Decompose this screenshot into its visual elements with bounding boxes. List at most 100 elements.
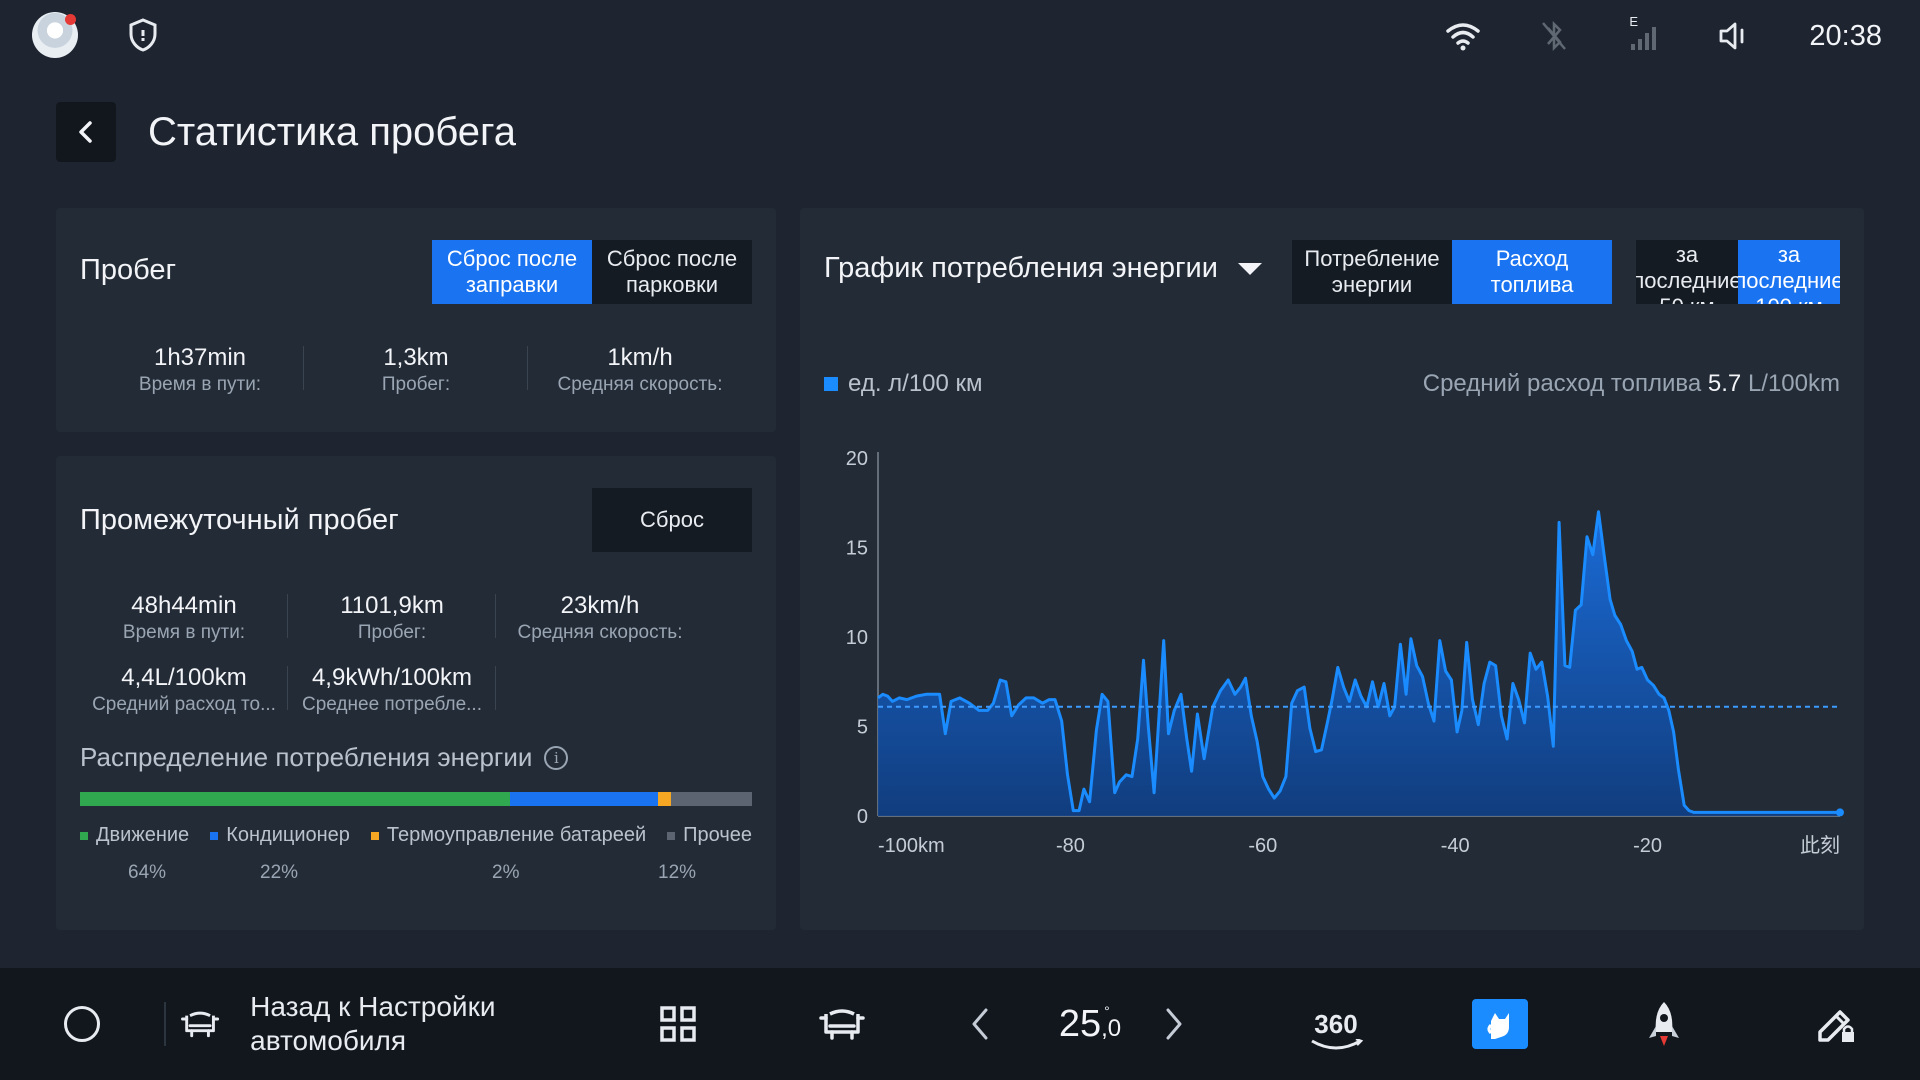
shield-icon[interactable]	[128, 18, 158, 52]
mileage-stats: 1h37min Время в пути: 1,3km Пробег: 1km/…	[96, 338, 768, 402]
bluetooth-off-icon[interactable]	[1539, 19, 1569, 53]
grid-icon	[660, 1006, 696, 1042]
stat-label: Средняя скорость:	[557, 374, 723, 395]
stat-value: 4,9kWh/100km	[311, 664, 473, 691]
legend-label: Кондиционер	[226, 824, 350, 846]
chart-range-tabs: за последние 50 км за последние 100 км	[1636, 240, 1840, 304]
temp-decrease-button[interactable]	[964, 968, 996, 1080]
distribution-segment	[671, 792, 752, 806]
distribution-percentages: 64% 22% 2% 12%	[80, 862, 752, 888]
temperature-degree: °	[1104, 1002, 1110, 1019]
y-tick-label: 0	[857, 806, 868, 828]
avg-unit: L/100km	[1747, 370, 1840, 397]
info-icon[interactable]: i	[544, 745, 569, 770]
distribution-bar	[80, 792, 752, 806]
home-button[interactable]	[64, 1006, 100, 1042]
bottom-nav-bar: Назад к Настройки автомобиля 25 ,0 ° 360	[0, 968, 1920, 1080]
x-tick-label: -60	[1248, 835, 1277, 857]
legend-dot	[210, 831, 219, 840]
apps-grid-button[interactable]	[650, 968, 706, 1080]
series-area	[878, 511, 1840, 816]
rotate-arrow-icon	[1311, 1038, 1364, 1049]
chart-title: График потребления энергии	[824, 252, 1218, 284]
stat-avg-fuel: 4,4L/100km Средний расход то...	[80, 658, 288, 722]
back-to-car-settings-button[interactable]: Назад к Настройки автомобиля	[180, 968, 592, 1080]
legend-label: Движение	[96, 824, 190, 846]
x-tick-label: -80	[1056, 835, 1085, 857]
surround-view-360-button[interactable]: 360	[1306, 968, 1366, 1080]
active-app-button[interactable]	[1472, 968, 1528, 1080]
legend-item: Кондиционер	[210, 824, 350, 847]
x-tick-label: 此刻	[1800, 834, 1840, 857]
stat-avg-speed: 23km/h Средняя скорость:	[496, 586, 704, 650]
avatar[interactable]	[32, 12, 78, 58]
page-header: Статистика пробега	[56, 102, 516, 162]
stat-label: Средняя скорость:	[517, 622, 683, 643]
caret-down-icon	[1237, 262, 1262, 275]
chevron-right-icon	[1166, 1008, 1182, 1040]
tab-last-100km[interactable]: за последние 100 км	[1738, 240, 1840, 304]
volume-icon[interactable]	[1717, 20, 1751, 52]
parking-lock-button[interactable]	[1808, 968, 1864, 1080]
fuel-consumption-chart: 0 5 10 15 20 -100km -80 -60 -40 -20 此刻	[846, 448, 1844, 857]
temp-increase-button[interactable]	[1158, 968, 1190, 1080]
car-seat-icon	[181, 1011, 220, 1038]
trip-reset-button[interactable]: Сброс	[592, 488, 752, 552]
stat-value: 1h37min	[153, 344, 247, 371]
rocket-app-button[interactable]	[1636, 968, 1692, 1080]
clock: 20:38	[1809, 19, 1882, 52]
avg-value: 5.7	[1707, 370, 1742, 397]
rocket-icon	[1649, 1002, 1679, 1046]
stat-value: 4,4L/100km	[121, 664, 247, 691]
distribution-percent: 12%	[658, 862, 697, 883]
temperature-display: 25 ,0 °	[1030, 968, 1150, 1080]
network-type-label: E	[1629, 14, 1639, 29]
trip-stats-consumption: 4,4L/100km Средний расход то... 4,9kWh/1…	[80, 658, 752, 722]
back-button[interactable]	[56, 102, 116, 162]
tab-reset-after-parking[interactable]: Сброс после парковки	[592, 240, 752, 304]
temperature-value: 25 ,0 °	[1059, 1003, 1121, 1046]
distribution-title-text: Распределение потребления энергии	[80, 742, 533, 772]
stat-travel-time: 1h37min Время в пути:	[96, 338, 304, 402]
tab-last-50km[interactable]: за последние 50 км	[1636, 240, 1738, 304]
temperature-decimal-wrap: ,0 °	[1101, 1003, 1122, 1043]
car-seat-icon	[819, 1009, 865, 1040]
energy-chart-card: График потребления энергии Потребление э…	[800, 208, 1864, 930]
tab-reset-after-refuel[interactable]: Сброс после заправки	[432, 240, 592, 304]
stat-distance: 1,3km Пробег:	[304, 338, 528, 402]
stat-label: Пробег:	[357, 622, 427, 643]
temperature-decimal: ,0	[1101, 1014, 1122, 1042]
distribution-title: Распределение потребления энергии i	[80, 742, 569, 773]
y-tick-label: 10	[846, 627, 868, 649]
stat-value: 23km/h	[560, 592, 640, 619]
mileage-reset-tabs: Сброс после заправки Сброс после парковк…	[432, 240, 752, 304]
page-title: Статистика пробега	[148, 109, 517, 154]
distribution-percent: 64%	[128, 862, 167, 883]
series-end-point	[1836, 808, 1844, 817]
legend-dot	[370, 831, 379, 840]
y-tick-label: 20	[846, 448, 868, 470]
distribution-segment	[510, 792, 658, 806]
seat-climate-button[interactable]	[814, 968, 870, 1080]
avg-label: Средний расход топлива	[1422, 370, 1702, 397]
stat-label: Пробег:	[381, 374, 451, 395]
legend-item: Термоуправление батареей	[370, 824, 647, 847]
distribution-segment	[80, 792, 511, 806]
stat-value: 1km/h	[607, 344, 673, 371]
legend-dot	[667, 831, 676, 840]
trip-stats: 48h44min Время в пути: 1101,9km Пробег: …	[80, 586, 752, 650]
stat-value: 48h44min	[131, 592, 237, 619]
legend-label: Термоуправление батареей	[386, 824, 647, 846]
chart-type-tabs: Потребление энергии Расход топлива	[1292, 240, 1612, 304]
distribution-percent: 22%	[260, 862, 299, 883]
x-tick-label: -100km	[878, 835, 945, 857]
legend-dot	[80, 831, 88, 840]
stat-value: 1101,9km	[340, 592, 444, 619]
chart-type-dropdown[interactable]: График потребления энергии	[824, 252, 1264, 285]
wifi-icon[interactable]	[1445, 21, 1481, 51]
signal-icon: E	[1627, 14, 1659, 52]
stat-distance: 1101,9km Пробег:	[288, 586, 496, 650]
mileage-title: Пробег	[80, 254, 177, 286]
tab-energy-consumption[interactable]: Потребление энергии	[1292, 240, 1452, 304]
tab-fuel-consumption[interactable]: Расход топлива	[1452, 240, 1612, 304]
